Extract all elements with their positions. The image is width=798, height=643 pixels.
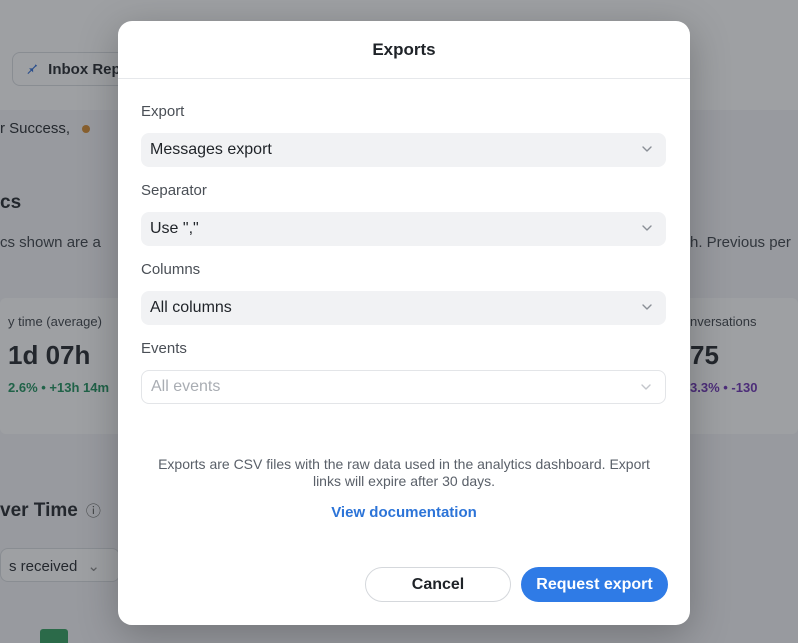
- chevron-down-icon: [642, 225, 652, 231]
- view-documentation-link[interactable]: View documentation: [118, 504, 690, 521]
- chevron-down-icon: [642, 304, 652, 310]
- modal-title: Exports: [118, 21, 690, 79]
- exports-modal: Exports Export Messages export Separator…: [118, 21, 690, 625]
- request-export-button[interactable]: Request export: [521, 567, 668, 602]
- columns-select[interactable]: All columns: [141, 291, 666, 325]
- export-info-text: Exports are CSV files with the raw data …: [158, 456, 650, 489]
- separator-select-value: Use ",": [150, 220, 199, 237]
- events-select[interactable]: All events: [141, 370, 666, 404]
- export-select-value: Messages export: [150, 141, 272, 158]
- separator-select[interactable]: Use ",": [141, 212, 666, 246]
- columns-select-value: All columns: [150, 299, 232, 316]
- chevron-down-icon: [642, 146, 652, 152]
- chevron-down-icon: [641, 384, 651, 390]
- separator-label: Separator: [141, 182, 207, 199]
- events-select-placeholder: All events: [151, 378, 221, 395]
- cancel-button[interactable]: Cancel: [365, 567, 511, 602]
- events-label: Events: [141, 340, 187, 357]
- columns-label: Columns: [141, 261, 201, 278]
- export-select[interactable]: Messages export: [141, 133, 666, 167]
- export-label: Export: [141, 103, 185, 120]
